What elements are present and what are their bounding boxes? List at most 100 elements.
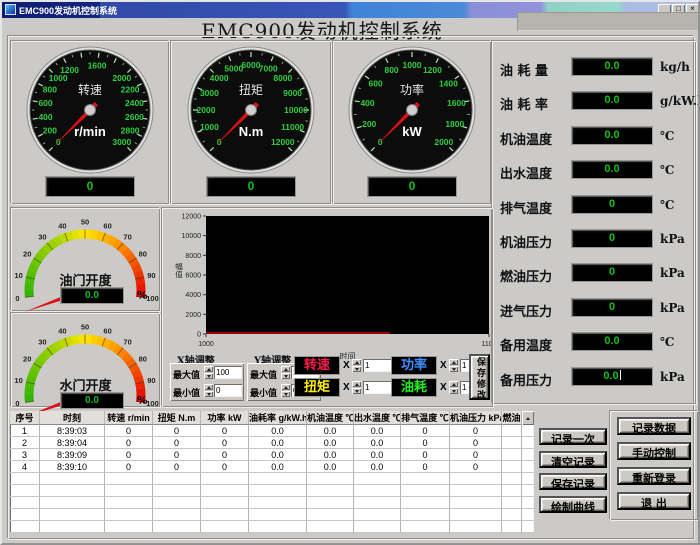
table-cell: 0 — [105, 461, 153, 473]
table-header-cell: 机油压力 kPa — [450, 411, 502, 425]
svg-text:6000: 6000 — [185, 273, 201, 280]
torque-multiplier-input[interactable] — [363, 381, 393, 394]
measurement-label: 备用温度 — [500, 335, 552, 354]
svg-text:9000: 9000 — [283, 88, 302, 98]
measurement-value-display[interactable]: 0 — [572, 196, 652, 213]
manual-control-button[interactable]: 手动控制 — [617, 442, 691, 460]
multiplier-x-label: X — [440, 360, 447, 371]
x-min-input[interactable] — [214, 384, 242, 397]
table-row[interactable]: 38:39:090000.00.00.000 — [10, 449, 534, 461]
measurement-value-display[interactable]: 0.0 — [572, 92, 652, 109]
table-cell — [522, 425, 534, 437]
table-cell: 0 — [450, 437, 502, 449]
measurement-row: 油 耗 量0.0kg/h — [498, 58, 690, 76]
exit-button[interactable]: 退 出 — [617, 492, 691, 510]
table-row[interactable] — [10, 509, 534, 521]
torque-gauge-panel: 0100020003000400050006000700080009000100… — [171, 41, 331, 204]
table-row[interactable]: 28:39:040000.00.00.000 — [10, 437, 534, 449]
table-cell — [401, 485, 450, 497]
svg-text:50: 50 — [81, 323, 89, 332]
svg-text:600: 600 — [369, 79, 383, 89]
table-cell — [40, 497, 105, 509]
save-modify-button[interactable]: 保存修改 — [469, 354, 490, 400]
measurement-value-display[interactable]: 0.0 — [572, 58, 652, 75]
svg-text:1000: 1000 — [200, 122, 219, 132]
speed-multiplier-input[interactable] — [363, 359, 393, 372]
measurement-unit: kPa — [660, 232, 685, 246]
svg-text:1000: 1000 — [403, 60, 422, 70]
table-row[interactable] — [10, 473, 534, 485]
x-axis-adjust-group: 最大值 最小值 — [170, 363, 244, 401]
measurement-value-display[interactable]: 0.0 — [572, 333, 652, 350]
draw-curve-button[interactable]: 绘制曲线 — [539, 496, 607, 513]
record-once-button[interactable]: 记录一次 — [539, 428, 607, 445]
table-cell — [401, 509, 450, 521]
table-cell — [249, 521, 307, 533]
y-min-spinner[interactable] — [281, 384, 290, 397]
fuel-series-tag: 油耗 — [392, 379, 436, 396]
svg-text:70: 70 — [123, 338, 131, 347]
measurement-value-display[interactable]: 0.0 — [572, 127, 652, 144]
measurement-label: 出水温度 — [500, 163, 552, 182]
speed-multiplier-spinner[interactable] — [352, 359, 361, 372]
x-min-spinner[interactable] — [204, 384, 213, 397]
torque-multiplier-spinner[interactable] — [352, 381, 361, 394]
svg-text:0: 0 — [197, 332, 201, 339]
table-row[interactable]: 18:39:030000.00.00.000 — [10, 425, 534, 437]
svg-text:2800: 2800 — [121, 125, 140, 135]
measurement-value-display[interactable]: 0 — [572, 264, 652, 281]
measurement-value-display[interactable]: 0.0 — [572, 368, 652, 385]
table-cell — [105, 509, 153, 521]
record-data-button[interactable]: 记录数据 — [617, 417, 691, 435]
measurement-label: 进气压力 — [500, 301, 552, 320]
table-header-cell: 机油温度 ℃ — [307, 411, 354, 425]
table-cell — [249, 509, 307, 521]
table-row[interactable] — [10, 497, 534, 509]
x-max-spinner[interactable] — [204, 366, 213, 379]
y-max-spinner[interactable] — [281, 366, 290, 379]
table-cell: 0 — [401, 437, 450, 449]
power-multiplier-spinner[interactable] — [449, 359, 458, 372]
table-row[interactable] — [10, 521, 534, 533]
table-cell: 8:39:09 — [40, 449, 105, 461]
table-cell: 0.0 — [354, 449, 401, 461]
table-cell — [522, 473, 534, 485]
fuel-multiplier-spinner[interactable] — [449, 381, 458, 394]
svg-text:2000: 2000 — [434, 137, 453, 147]
table-cell: 0 — [201, 461, 249, 473]
clear-records-button[interactable]: 清空记录 — [539, 451, 607, 468]
x-max-input[interactable] — [214, 366, 242, 379]
table-scroll-button[interactable] — [522, 411, 534, 425]
table-cell — [105, 521, 153, 533]
svg-text:kW: kW — [402, 124, 422, 139]
table-cell — [522, 461, 534, 473]
trend-chart: 02000400060008000100001200010001100时间幅值 — [163, 209, 491, 359]
svg-text:11000: 11000 — [281, 122, 304, 132]
relogin-button[interactable]: 重新登录 — [617, 467, 691, 485]
table-row[interactable]: 48:39:100000.00.00.000 — [10, 461, 534, 473]
table-cell — [153, 473, 201, 485]
table-cell — [502, 461, 522, 473]
table-cell — [10, 509, 40, 521]
save-records-button[interactable]: 保存记录 — [539, 473, 607, 490]
table-cell — [105, 485, 153, 497]
table-cell — [502, 497, 522, 509]
table-cell — [153, 497, 201, 509]
measurement-value-display[interactable]: 0 — [572, 299, 652, 316]
table-cell — [522, 485, 534, 497]
measurement-value-display[interactable]: 0 — [572, 230, 652, 247]
table-cell — [354, 485, 401, 497]
table-cell: 0 — [153, 449, 201, 461]
measurement-label: 油 耗 率 — [500, 94, 548, 113]
measurement-value-display[interactable]: 0.0 — [572, 161, 652, 178]
table-cell: 0 — [153, 461, 201, 473]
svg-text:2000: 2000 — [197, 105, 216, 115]
table-row[interactable] — [10, 485, 534, 497]
table-header-cell: 功率 kW — [201, 411, 249, 425]
power-digital-display: 0 — [368, 177, 456, 196]
y-max-label: 最大值 — [250, 368, 277, 381]
speed-series-tag: 转速 — [295, 357, 339, 374]
table-cell: 0 — [201, 437, 249, 449]
table-cell — [249, 485, 307, 497]
table-cell: 3 — [10, 449, 40, 461]
